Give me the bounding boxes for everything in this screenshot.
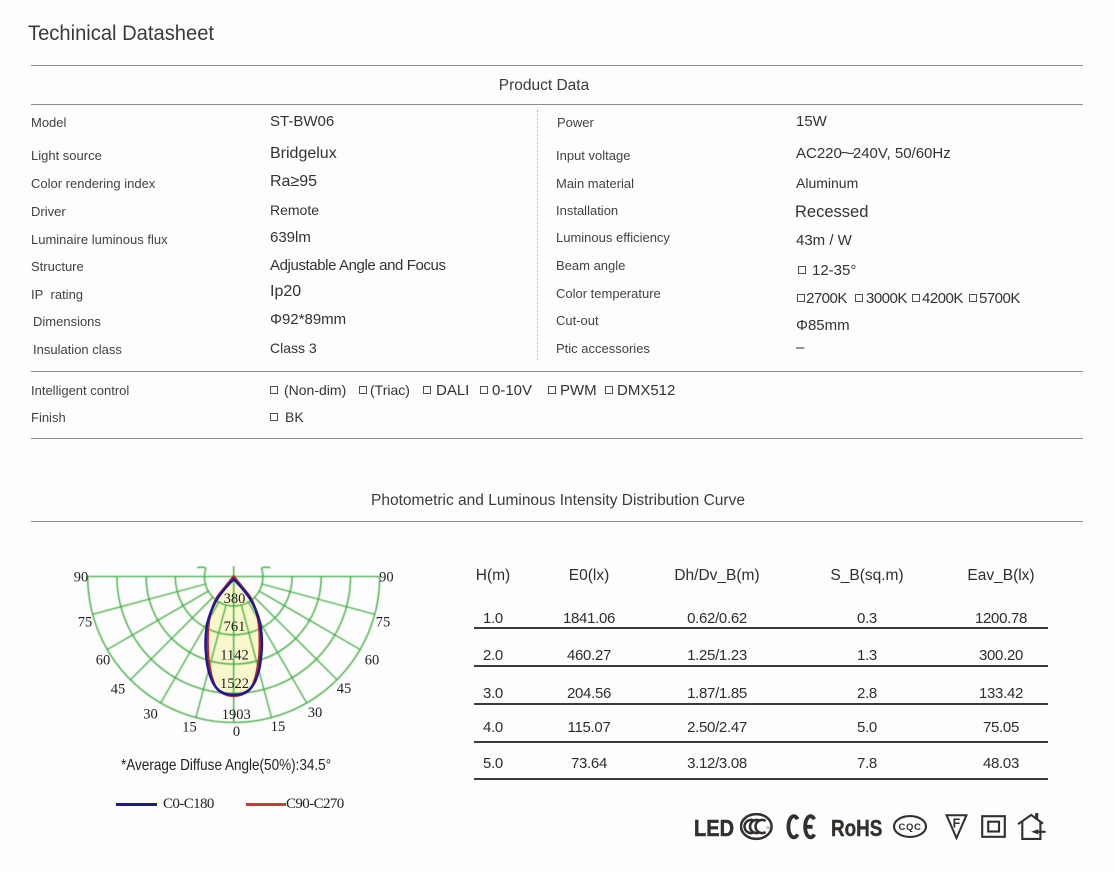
svg-text:761: 761: [224, 619, 246, 635]
svg-text:CQC: CQC: [899, 822, 922, 833]
svg-text:1522: 1522: [220, 676, 249, 692]
svg-text:1142: 1142: [220, 648, 248, 664]
svg-text:75: 75: [78, 615, 93, 631]
svg-text:45: 45: [111, 681, 126, 697]
svg-text:0: 0: [233, 724, 240, 740]
svg-text:90: 90: [379, 570, 394, 586]
svg-text:60: 60: [96, 652, 111, 668]
svg-text:60: 60: [365, 652, 380, 668]
svg-text:380: 380: [224, 591, 246, 607]
svg-text:30: 30: [308, 705, 323, 721]
svg-text:75: 75: [376, 615, 391, 631]
svg-text:15: 15: [182, 719, 197, 735]
svg-text:30: 30: [143, 706, 158, 722]
svg-text:90: 90: [74, 570, 89, 586]
svg-text:F: F: [953, 817, 961, 831]
svg-text:1903: 1903: [222, 707, 251, 723]
svg-text:SM: SM: [766, 826, 771, 830]
svg-text:15: 15: [271, 719, 286, 735]
svg-text:45: 45: [337, 681, 352, 697]
